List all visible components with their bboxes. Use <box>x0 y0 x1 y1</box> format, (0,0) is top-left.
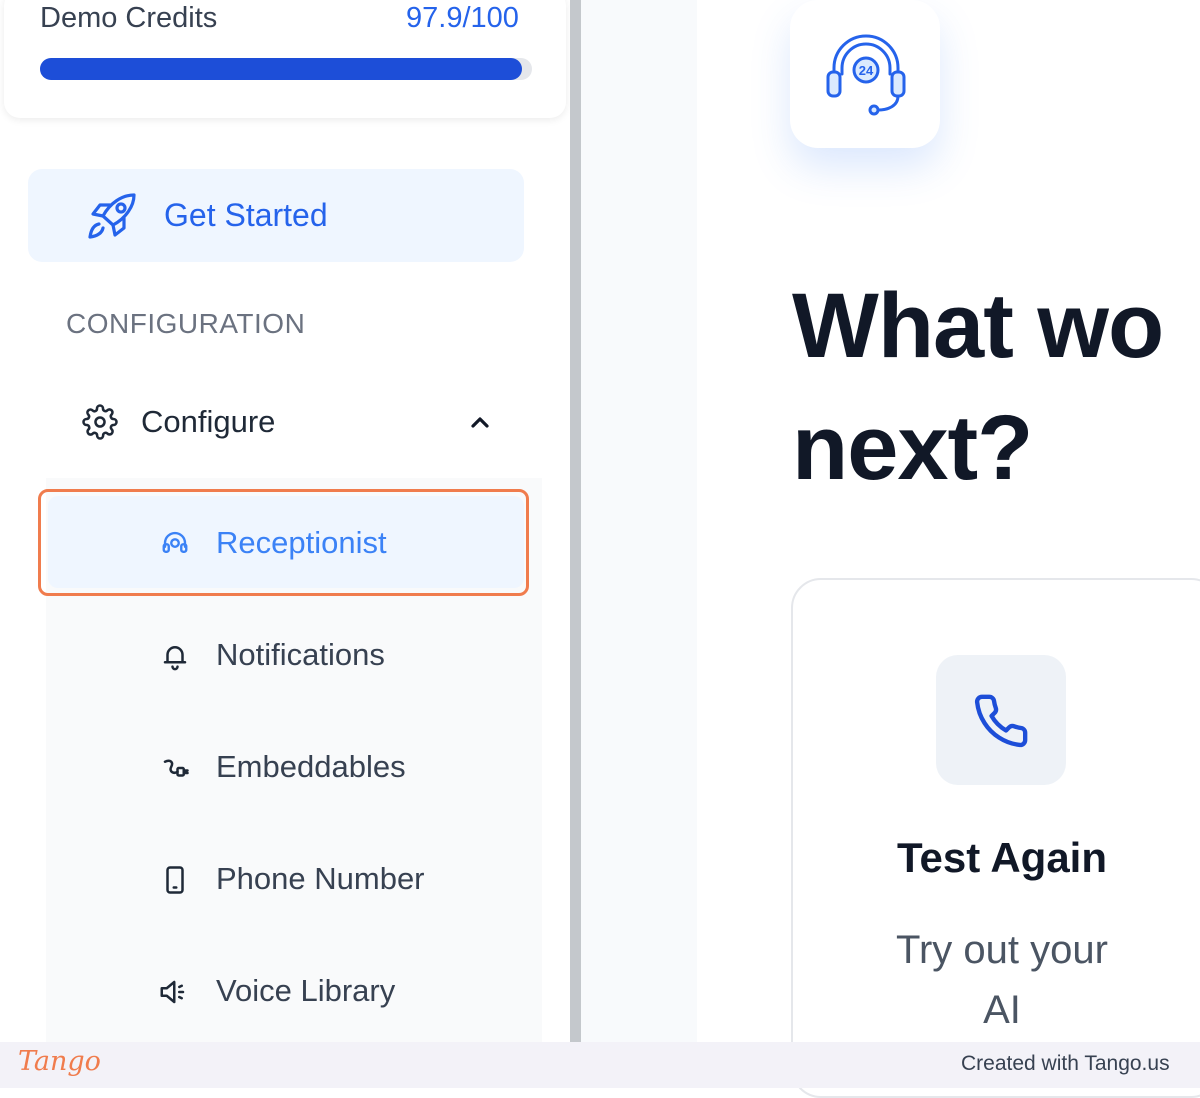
submenu-label-phone-number: Phone Number <box>216 861 425 896</box>
bell-icon <box>163 646 187 671</box>
test-again-title: Test Again <box>896 834 1108 881</box>
get-started-label: Get Started <box>164 197 328 233</box>
submenu-label-receptionist: Receptionist <box>216 525 387 560</box>
plug-icon <box>163 759 189 777</box>
chevron-up-icon[interactable] <box>466 410 494 434</box>
demo-credits-label: Demo Credits <box>40 2 218 34</box>
test-again-description: Try out your AI <box>792 920 1200 1040</box>
test-again-description-line-2: AI <box>983 988 1021 1032</box>
phone-icon <box>974 694 1028 748</box>
test-again-description-line-1: Try out your <box>896 928 1108 972</box>
submenu-label-voice-library: Voice Library <box>216 973 396 1008</box>
gear-icon <box>82 404 118 440</box>
headset-icon <box>162 531 188 553</box>
submenu-label-notifications: Notifications <box>216 637 385 672</box>
tango-logo: Tango <box>18 1046 101 1077</box>
page-heading-line-1: What wo <box>792 275 1164 377</box>
speaker-icon <box>160 980 185 1004</box>
submenu-label-embeddables: Embeddables <box>216 749 406 784</box>
sidebar-divider[interactable] <box>570 0 581 1042</box>
tango-credit: Created with Tango.us <box>961 1052 1170 1075</box>
svg-text:24: 24 <box>859 63 874 78</box>
page-heading-line-2: next? <box>792 397 1033 499</box>
rocket-icon <box>88 193 136 239</box>
configure-label: Configure <box>141 404 276 439</box>
demo-credits-value: 97.9/100 <box>406 2 519 34</box>
configuration-section-title: CONFIGURATION <box>66 308 306 339</box>
credits-progress-fill <box>40 58 522 80</box>
support-24-headset-icon: 24 <box>826 34 906 116</box>
smartphone-icon <box>166 866 184 894</box>
page-heading: What wo next? <box>792 265 1164 509</box>
